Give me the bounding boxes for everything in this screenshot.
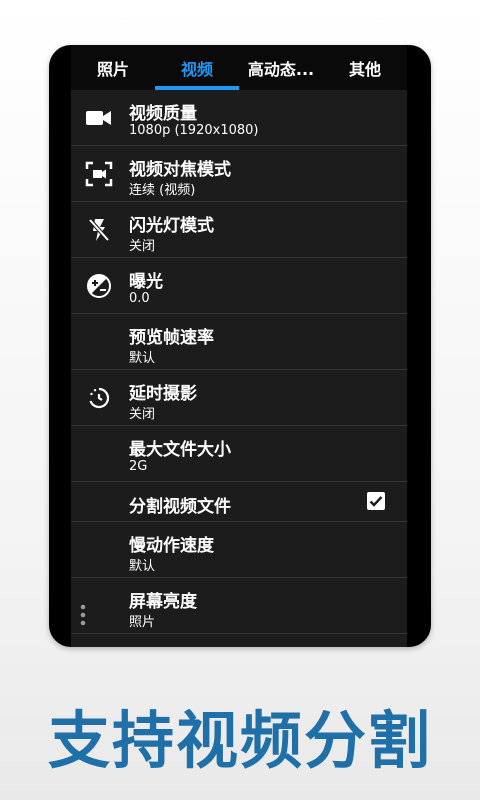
setting-preview-frame-rate[interactable]: 预览帧速率 默认 <box>71 314 407 370</box>
focus-frame-icon <box>81 146 117 202</box>
setting-title: 最大文件大小 <box>129 440 231 460</box>
setting-title: 视频质量 <box>129 104 197 124</box>
setting-title: 延时摄影 <box>129 384 197 404</box>
settings-screen: 照片 视频 高动态... 其他 视频质量 1080p (1920x1080) 视… <box>71 45 407 647</box>
flash-off-icon <box>81 202 117 258</box>
tab-other[interactable]: 其他 <box>323 45 407 90</box>
setting-value: 默认 <box>129 351 156 366</box>
split-video-checkbox[interactable] <box>367 492 385 510</box>
tab-bar: 照片 视频 高动态... 其他 <box>71 45 407 90</box>
setting-video-focus-mode[interactable]: 视频对焦模式 连续 (视频) <box>71 146 407 202</box>
promo-caption: 支持视频分割 <box>47 704 432 777</box>
setting-value: 关闭 <box>129 239 156 254</box>
checkmark-icon <box>369 496 383 507</box>
setting-title: 闪光灯模式 <box>129 216 214 236</box>
timelapse-icon <box>81 370 117 426</box>
phone-frame: 照片 视频 高动态... 其他 视频质量 1080p (1920x1080) 视… <box>49 45 431 647</box>
setting-title: 预览帧速率 <box>129 328 214 348</box>
setting-title: 慢动作速度 <box>129 536 214 556</box>
setting-title: 分割视频文件 <box>129 497 231 517</box>
setting-title: 曝光 <box>129 272 163 292</box>
setting-timelapse[interactable]: 延时摄影 关闭 <box>71 370 407 426</box>
setting-title: 屏幕亮度 <box>129 592 197 612</box>
setting-exposure[interactable]: 曝光 0.0 <box>71 258 407 314</box>
setting-title: 视频对焦模式 <box>129 160 231 180</box>
video-camera-icon <box>81 90 117 146</box>
setting-value: 2G <box>129 459 148 474</box>
setting-slow-motion-speed[interactable]: 慢动作速度 默认 <box>71 522 407 578</box>
setting-screen-brightness[interactable]: 屏幕亮度 照片 <box>71 578 407 634</box>
setting-flash-mode[interactable]: 闪光灯模式 关闭 <box>71 202 407 258</box>
setting-value: 0.0 <box>129 291 150 306</box>
setting-video-quality[interactable]: 视频质量 1080p (1920x1080) <box>71 90 407 146</box>
tab-photo[interactable]: 照片 <box>71 45 155 90</box>
setting-value: 默认 <box>129 559 156 574</box>
setting-split-video-file[interactable]: 分割视频文件 <box>71 482 407 522</box>
setting-value: 照片 <box>129 615 156 630</box>
exposure-icon <box>81 258 117 314</box>
setting-value: 连续 (视频) <box>129 183 196 198</box>
tab-video[interactable]: 视频 <box>155 45 239 90</box>
setting-value: 1080p (1920x1080) <box>129 123 259 138</box>
setting-max-file-size[interactable]: 最大文件大小 2G <box>71 426 407 482</box>
settings-list: 视频质量 1080p (1920x1080) 视频对焦模式 连续 (视频) 闪光… <box>71 90 407 634</box>
setting-value: 关闭 <box>129 407 156 422</box>
tab-hdr[interactable]: 高动态... <box>239 45 323 90</box>
overflow-menu-icon[interactable] <box>78 604 88 626</box>
